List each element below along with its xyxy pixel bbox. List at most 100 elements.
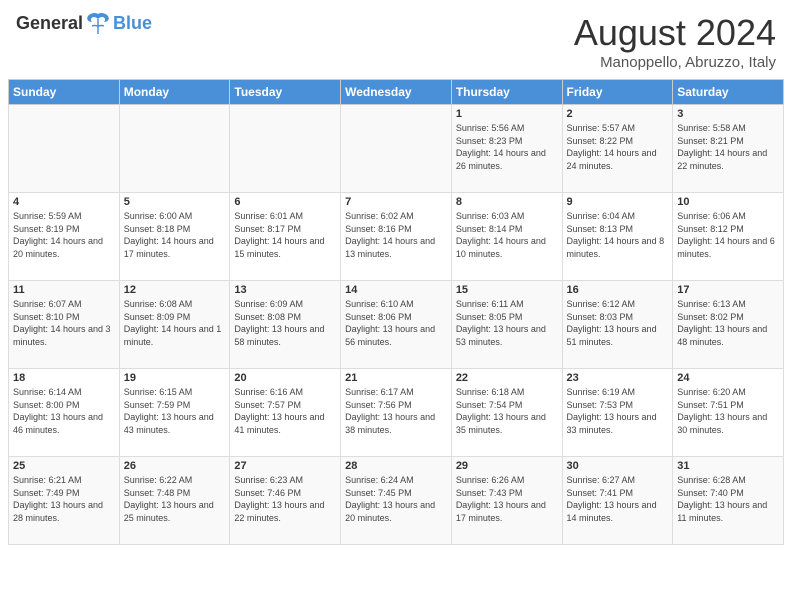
day-number: 22 (456, 372, 558, 384)
day-info: Sunrise: 6:00 AMSunset: 8:18 PMDaylight:… (124, 210, 226, 260)
day-number: 19 (124, 372, 226, 384)
calendar-header-tuesday: Tuesday (230, 80, 341, 105)
calendar-header-thursday: Thursday (451, 80, 562, 105)
day-info: Sunrise: 5:59 AMSunset: 8:19 PMDaylight:… (13, 210, 115, 260)
calendar-cell: 12Sunrise: 6:08 AMSunset: 8:09 PMDayligh… (119, 281, 230, 369)
day-info: Sunrise: 6:10 AMSunset: 8:06 PMDaylight:… (345, 298, 447, 348)
day-number: 5 (124, 196, 226, 208)
calendar-header-row: SundayMondayTuesdayWednesdayThursdayFrid… (9, 80, 784, 105)
calendar-header-sunday: Sunday (9, 80, 120, 105)
calendar-table: SundayMondayTuesdayWednesdayThursdayFrid… (8, 79, 784, 545)
calendar-cell: 25 Sunrise: 6:21 AMSunset: 7:49 PMDayligh… (9, 457, 120, 545)
day-info: Sunrise: 6:11 AMSunset: 8:05 PMDaylight:… (456, 298, 558, 348)
day-info: Sunrise: 6:28 AMSunset: 7:40 PMDaylight:… (677, 474, 779, 524)
logo-text: General Blue (16, 12, 152, 34)
day-number: 30 (567, 460, 669, 472)
calendar-cell: 28 Sunrise: 6:24 AMSunset: 7:45 PMDayligh… (341, 457, 452, 545)
calendar-cell: 4 Sunrise: 5:59 AMSunset: 8:19 PMDaylight… (9, 193, 120, 281)
calendar-cell: 15 Sunrise: 6:11 AMSunset: 8:05 PMDayligh… (451, 281, 562, 369)
calendar-cell: 13 Sunrise: 6:09 AMSunset: 8:08 PMDayligh… (230, 281, 341, 369)
day-info: Sunrise: 5:56 AMSunset: 8:23 PMDaylight:… (456, 122, 558, 172)
day-info: Sunrise: 5:58 AMSunset: 8:21 PMDaylight:… (677, 122, 779, 172)
day-info: Sunrise: 6:20 AMSunset: 7:51 PMDaylight:… (677, 386, 779, 436)
day-info: Sunrise: 6:06 AMSunset: 8:12 PMDaylight:… (677, 210, 779, 260)
calendar-cell: 27Sunrise: 6:23 AMSunset: 7:46 PMDayligh… (230, 457, 341, 545)
calendar-cell: 9 Sunrise: 6:04 AMSunset: 8:13 PMDaylight… (562, 193, 673, 281)
day-number: 8 (456, 196, 558, 208)
day-number: 18 (13, 372, 115, 384)
day-info: Sunrise: 6:12 AMSunset: 8:03 PMDaylight:… (567, 298, 669, 348)
calendar-cell: 19 Sunrise: 6:15 AMSunset: 7:59 PMDayligh… (119, 369, 230, 457)
day-number: 16 (567, 284, 669, 296)
calendar-cell: 10 Sunrise: 6:06 AMSunset: 8:12 PMDayligh… (673, 193, 784, 281)
calendar-cell (9, 105, 120, 193)
day-info: Sunrise: 5:57 AMSunset: 8:22 PMDaylight:… (567, 122, 669, 172)
calendar-cell: 29 Sunrise: 6:26 AMSunset: 7:43 PMDayligh… (451, 457, 562, 545)
day-number: 9 (567, 196, 669, 208)
calendar-cell: 1Sunrise: 5:56 AMSunset: 8:23 PMDaylight… (451, 105, 562, 193)
calendar-cell: 23Sunrise: 6:19 AMSunset: 7:53 PMDayligh… (562, 369, 673, 457)
day-number: 26 (124, 460, 226, 472)
day-info: Sunrise: 6:26 AMSunset: 7:43 PMDaylight:… (456, 474, 558, 524)
day-number: 13 (234, 284, 336, 296)
title-section: August 2024 Manoppello, Abruzzo, Italy (574, 12, 776, 71)
page-header: General Blue August 2024 Manoppello, Abr… (0, 0, 792, 79)
day-info: Sunrise: 6:01 AMSunset: 8:17 PMDaylight:… (234, 210, 336, 260)
calendar-cell: 21Sunrise: 6:17 AMSunset: 7:56 PMDayligh… (341, 369, 452, 457)
day-number: 29 (456, 460, 558, 472)
day-info: Sunrise: 6:22 AMSunset: 7:48 PMDaylight:… (124, 474, 226, 524)
day-info: Sunrise: 6:21 AMSunset: 7:49 PMDaylight:… (13, 474, 115, 524)
calendar-cell: 8 Sunrise: 6:03 AMSunset: 8:14 PMDaylight… (451, 193, 562, 281)
calendar-cell: 22 Sunrise: 6:18 AMSunset: 7:54 PMDayligh… (451, 369, 562, 457)
day-number: 17 (677, 284, 779, 296)
day-number: 4 (13, 196, 115, 208)
day-number: 2 (567, 108, 669, 120)
calendar-cell (119, 105, 230, 193)
location-subtitle: Manoppello, Abruzzo, Italy (574, 54, 776, 71)
calendar-cell (341, 105, 452, 193)
day-number: 3 (677, 108, 779, 120)
calendar-week-5: 25 Sunrise: 6:21 AMSunset: 7:49 PMDayligh… (9, 457, 784, 545)
day-number: 25 (13, 460, 115, 472)
calendar-cell: 20Sunrise: 6:16 AMSunset: 7:57 PMDayligh… (230, 369, 341, 457)
calendar-cell: 26 Sunrise: 6:22 AMSunset: 7:48 PMDayligh… (119, 457, 230, 545)
day-number: 28 (345, 460, 447, 472)
day-number: 14 (345, 284, 447, 296)
calendar-cell: 7Sunrise: 6:02 AMSunset: 8:16 PMDaylight… (341, 193, 452, 281)
day-info: Sunrise: 6:15 AMSunset: 7:59 PMDaylight:… (124, 386, 226, 436)
calendar-cell: 5 Sunrise: 6:00 AMSunset: 8:18 PMDaylight… (119, 193, 230, 281)
day-info: Sunrise: 6:17 AMSunset: 7:56 PMDaylight:… (345, 386, 447, 436)
calendar-cell: 30 Sunrise: 6:27 AMSunset: 7:41 PMDayligh… (562, 457, 673, 545)
calendar-cell: 24 Sunrise: 6:20 AMSunset: 7:51 PMDayligh… (673, 369, 784, 457)
day-info: Sunrise: 6:04 AMSunset: 8:13 PMDaylight:… (567, 210, 669, 260)
logo: General Blue (16, 12, 152, 34)
calendar-cell: 3 Sunrise: 5:58 AMSunset: 8:21 PMDaylight… (673, 105, 784, 193)
day-info: Sunrise: 6:24 AMSunset: 7:45 PMDaylight:… (345, 474, 447, 524)
day-number: 6 (234, 196, 336, 208)
calendar-header-saturday: Saturday (673, 80, 784, 105)
calendar-container: SundayMondayTuesdayWednesdayThursdayFrid… (0, 79, 792, 553)
day-number: 15 (456, 284, 558, 296)
day-number: 10 (677, 196, 779, 208)
day-number: 27 (234, 460, 336, 472)
day-number: 24 (677, 372, 779, 384)
calendar-cell: 6 Sunrise: 6:01 AMSunset: 8:17 PMDaylight… (230, 193, 341, 281)
calendar-cell (230, 105, 341, 193)
day-number: 11 (13, 284, 115, 296)
day-number: 20 (234, 372, 336, 384)
day-number: 12 (124, 284, 226, 296)
day-info: Sunrise: 6:03 AMSunset: 8:14 PMDaylight:… (456, 210, 558, 260)
day-info: Sunrise: 6:27 AMSunset: 7:41 PMDaylight:… (567, 474, 669, 524)
calendar-header-friday: Friday (562, 80, 673, 105)
day-info: Sunrise: 6:13 AMSunset: 8:02 PMDaylight:… (677, 298, 779, 348)
logo-bird-icon (84, 12, 112, 34)
day-info: Sunrise: 6:09 AMSunset: 8:08 PMDaylight:… (234, 298, 336, 348)
day-info: Sunrise: 6:19 AMSunset: 7:53 PMDaylight:… (567, 386, 669, 436)
calendar-cell: 11 Sunrise: 6:07 AMSunset: 8:10 PMDayligh… (9, 281, 120, 369)
day-number: 31 (677, 460, 779, 472)
calendar-week-4: 18Sunrise: 6:14 AMSunset: 8:00 PMDayligh… (9, 369, 784, 457)
day-info: Sunrise: 6:07 AMSunset: 8:10 PMDaylight:… (13, 298, 115, 348)
day-info: Sunrise: 6:18 AMSunset: 7:54 PMDaylight:… (456, 386, 558, 436)
calendar-cell: 16 Sunrise: 6:12 AMSunset: 8:03 PMDayligh… (562, 281, 673, 369)
calendar-week-3: 11 Sunrise: 6:07 AMSunset: 8:10 PMDayligh… (9, 281, 784, 369)
